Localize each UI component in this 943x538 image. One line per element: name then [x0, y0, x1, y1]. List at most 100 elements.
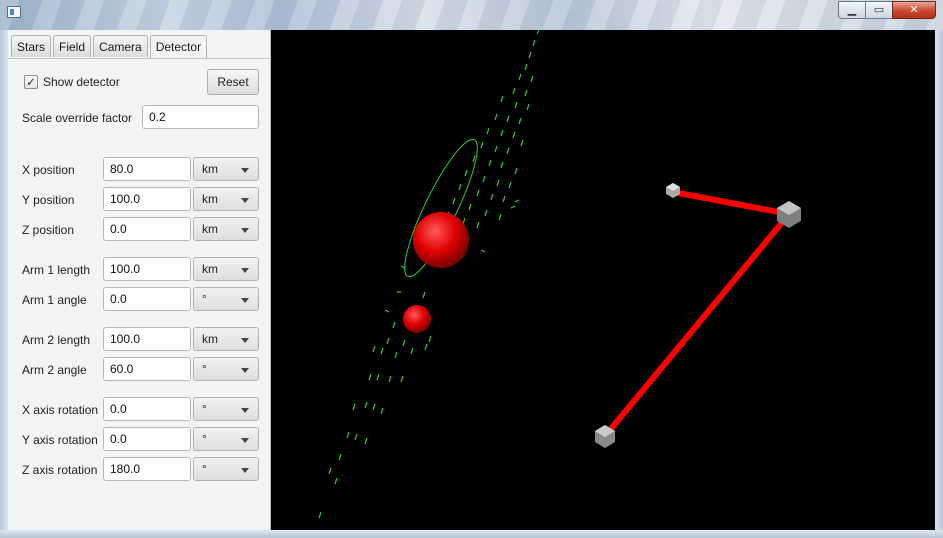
x-position-unit-select[interactable]: km [193, 157, 259, 181]
x-rotation-unit-value: ° [202, 402, 207, 416]
chevron-down-icon [241, 228, 249, 233]
z-rotation-unit-select[interactable]: ° [193, 457, 259, 481]
arm1-length-unit-value: km [202, 262, 218, 276]
x-rotation-unit-select[interactable]: ° [193, 397, 259, 421]
field-line-dash [486, 127, 490, 135]
field-line-dash [428, 335, 432, 343]
window-frame-right [935, 30, 943, 538]
primary-star [413, 212, 469, 268]
x-rotation-input[interactable] [103, 397, 191, 421]
arm1-length-unit-select[interactable]: km [193, 257, 259, 281]
field-line-dash [494, 113, 498, 121]
arm1-angle-input[interactable] [103, 287, 191, 311]
title-bar[interactable]: ▁ ▭ ✕ [0, 0, 943, 30]
field-line-dash [502, 195, 506, 203]
arm2-length-unit-value: km [202, 332, 218, 346]
z-rotation-input[interactable] [103, 457, 191, 481]
maximize-button[interactable]: ▭ [865, 1, 893, 19]
field-line-dash [500, 161, 504, 169]
arm2-angle-unit-select[interactable]: ° [193, 357, 259, 381]
field-line-dash [526, 103, 530, 111]
y-rotation-label: Y axis rotation [22, 433, 98, 447]
field-line-dash [484, 209, 488, 217]
z-position-input[interactable] [103, 217, 191, 241]
y-position-input[interactable] [103, 187, 191, 211]
field-line-dash [388, 375, 392, 383]
tab-camera[interactable]: Camera [93, 35, 148, 57]
arm1-length-input[interactable] [103, 257, 191, 281]
field-line-dash [512, 131, 516, 139]
field-line-dash [488, 159, 492, 167]
show-detector-checkbox[interactable]: ✓ [24, 75, 38, 89]
y-rotation-input[interactable] [103, 427, 191, 451]
chevron-down-icon [241, 468, 249, 473]
reset-button[interactable]: Reset [207, 69, 259, 95]
field-line-dash [394, 351, 398, 359]
chevron-down-icon [241, 408, 249, 413]
field-line-dash [518, 117, 522, 125]
scale-override-input[interactable] [142, 105, 259, 129]
z-position-label: Z position [22, 223, 75, 237]
field-line-dash [472, 155, 476, 163]
tab-field[interactable]: Field [53, 35, 92, 57]
z-position-unit-select[interactable]: km [193, 217, 259, 241]
chevron-down-icon [241, 438, 249, 443]
chevron-down-icon [241, 198, 249, 203]
field-line-dash [524, 89, 528, 97]
window-frame-bottom [0, 530, 943, 538]
arm1-angle-label: Arm 1 angle [22, 293, 87, 307]
field-line-dash [364, 437, 368, 445]
field-line-dash [490, 193, 494, 201]
field-line-dash [352, 403, 356, 411]
arm1-angle-unit-select[interactable]: ° [193, 287, 259, 311]
tab-stars[interactable]: Stars [11, 35, 52, 57]
field-line-dash [402, 339, 406, 347]
x-position-input[interactable] [103, 157, 191, 181]
field-line-dash [514, 167, 518, 175]
field-line-dash [512, 87, 516, 95]
scene-viewport[interactable] [271, 30, 935, 530]
y-rotation-unit-value: ° [202, 432, 207, 446]
checkmark-icon: ✓ [25, 75, 37, 89]
field-line-dash [380, 347, 384, 355]
chevron-down-icon [241, 298, 249, 303]
chevron-down-icon [241, 268, 249, 273]
arm1-length-label: Arm 1 length [22, 263, 91, 277]
detector-arm-1 [670, 189, 792, 217]
field-line-dash [508, 181, 512, 189]
arm1-angle-unit-value: ° [202, 292, 207, 306]
field-line-dash [354, 433, 358, 441]
z-rotation-label: Z axis rotation [22, 463, 98, 477]
field-line-dash [520, 139, 524, 147]
field-line-dash [346, 431, 350, 439]
arm2-length-unit-select[interactable]: km [193, 327, 259, 351]
arm2-length-label: Arm 2 length [22, 333, 91, 347]
field-line-dash [482, 175, 486, 183]
field-line-dash [468, 203, 472, 211]
chevron-down-icon [241, 168, 249, 173]
detector-arm-2 [602, 211, 792, 439]
field-line-dash [372, 403, 376, 411]
y-rotation-unit-select[interactable]: ° [193, 427, 259, 451]
arm2-angle-input[interactable] [103, 357, 191, 381]
chevron-down-icon [241, 338, 249, 343]
field-line-dash [506, 147, 510, 155]
minimize-button[interactable]: ▁ [838, 1, 866, 19]
settings-panel: Stars Field Camera Detector ✓ Show detec… [8, 30, 271, 530]
scene-canvas[interactable] [271, 30, 935, 530]
arm2-length-input[interactable] [103, 327, 191, 351]
field-line-dash [410, 347, 414, 355]
field-line-dash [386, 337, 390, 345]
field-line-dash [380, 407, 384, 415]
tab-detector[interactable]: Detector [149, 35, 208, 59]
y-position-unit-select[interactable]: km [193, 187, 259, 211]
tab-divider [8, 58, 270, 59]
field-line-dash [500, 129, 504, 137]
field-line-dash [514, 199, 520, 203]
close-button[interactable]: ✕ [892, 1, 936, 19]
chevron-down-icon [241, 368, 249, 373]
field-line-dash [400, 375, 404, 383]
field-lines [318, 30, 540, 519]
field-line-dash [506, 115, 510, 123]
y-position-label: Y position [22, 193, 75, 207]
